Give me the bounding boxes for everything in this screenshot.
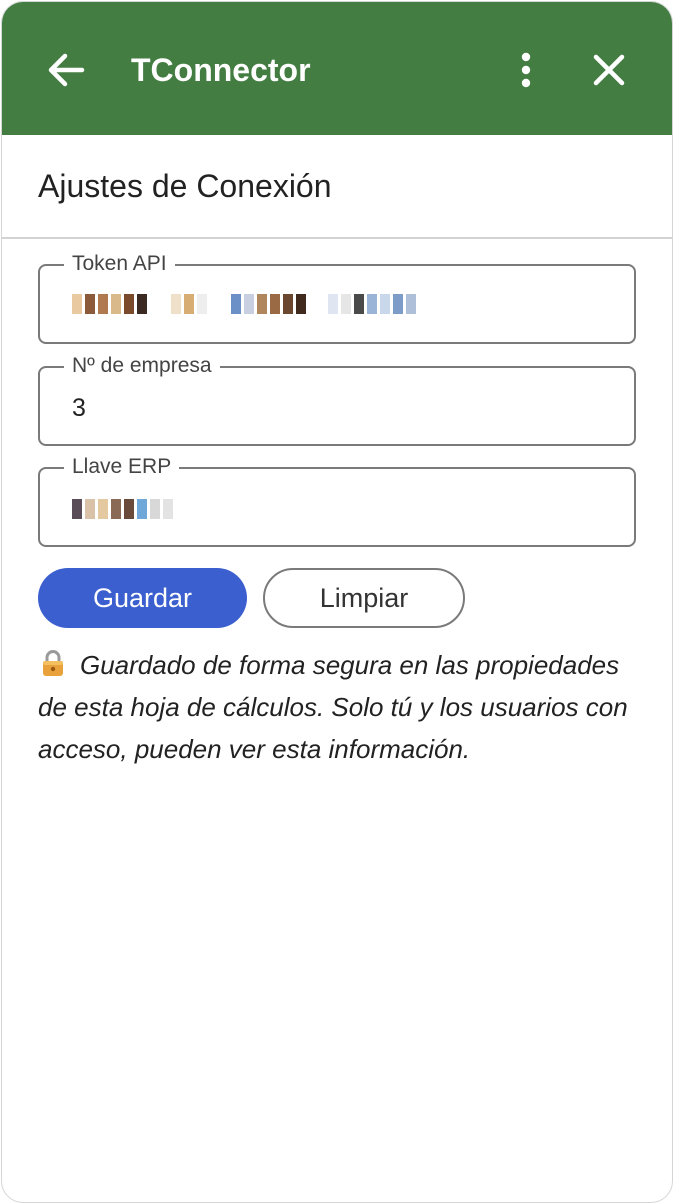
- clear-button[interactable]: Limpiar: [263, 568, 465, 628]
- token-api-field[interactable]: Token API: [38, 252, 636, 344]
- sidebar-panel: TConnector Ajustes de Conexión Token API: [1, 1, 673, 1203]
- erp-key-field[interactable]: Llave ERP: [38, 455, 636, 547]
- arrow-left-icon: [48, 53, 85, 87]
- erp-key-label: Llave ERP: [64, 455, 180, 479]
- back-button[interactable]: [42, 48, 90, 92]
- token-api-label: Token API: [64, 252, 175, 276]
- more-vertical-icon: [521, 52, 531, 88]
- section-divider: [2, 237, 672, 239]
- security-note: Guardado de forma segura en las propieda…: [38, 644, 648, 770]
- save-button[interactable]: Guardar: [38, 568, 247, 628]
- app-header: TConnector: [2, 2, 672, 135]
- erp-key-value-masked: [72, 499, 173, 519]
- security-note-text: Guardado de forma segura en las propieda…: [38, 650, 628, 764]
- close-button[interactable]: [586, 48, 632, 92]
- company-number-field[interactable]: Nº de empresa 3: [38, 354, 636, 446]
- app-title: TConnector: [131, 52, 311, 88]
- company-number-label: Nº de empresa: [64, 354, 220, 378]
- close-icon: [593, 54, 625, 86]
- section-title: Ajustes de Conexión: [38, 168, 332, 204]
- lock-icon: [43, 650, 63, 676]
- more-options-button[interactable]: [508, 48, 544, 92]
- token-api-value-masked: [72, 294, 416, 314]
- company-number-value: 3: [72, 394, 86, 422]
